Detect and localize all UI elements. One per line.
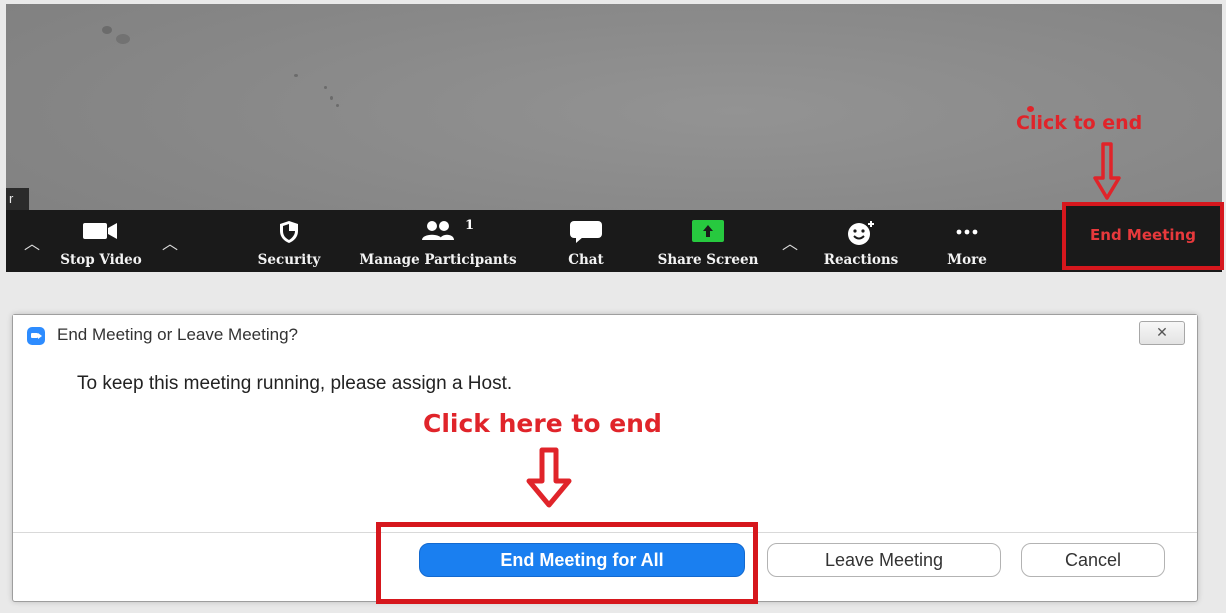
stop-video-button[interactable]: Stop Video <box>46 210 156 272</box>
reactions-button[interactable]: Reactions <box>812 210 910 272</box>
wall-mark <box>294 74 298 77</box>
dialog-titlebar: End Meeting or Leave Meeting? ✕ <box>13 315 1197 355</box>
end-meeting-label: End Meeting <box>1090 226 1196 244</box>
wall-mark <box>116 34 130 44</box>
wall-mark <box>330 96 333 100</box>
participant-name-tag: r <box>6 188 29 210</box>
shield-icon <box>280 221 298 243</box>
more-label: More <box>947 252 987 268</box>
wall-mark <box>336 104 339 107</box>
dialog-close-button[interactable]: ✕ <box>1139 321 1185 345</box>
wall-mark <box>324 86 327 89</box>
leave-meeting-button[interactable]: Leave Meeting <box>767 543 1001 577</box>
share-options-caret-icon[interactable]: ︿ <box>782 230 798 254</box>
end-meeting-button[interactable]: End Meeting <box>1062 202 1224 270</box>
stop-video-label: Stop Video <box>60 252 142 268</box>
end-meeting-for-all-highlight <box>376 522 758 604</box>
cancel-button[interactable]: Cancel <box>1021 543 1165 577</box>
chat-button[interactable]: Chat <box>554 210 618 272</box>
share-screen-icon <box>692 220 724 242</box>
ellipsis-icon <box>956 229 978 235</box>
security-label: Security <box>257 252 321 268</box>
wall-mark <box>102 26 112 34</box>
down-arrow-icon <box>1093 142 1121 200</box>
share-screen-button[interactable]: Share Screen <box>652 210 764 272</box>
down-arrow-icon <box>526 447 572 508</box>
zoom-logo-icon <box>27 327 45 345</box>
video-camera-icon <box>83 223 117 239</box>
dialog-message: To keep this meeting running, please ass… <box>77 373 513 394</box>
chat-label: Chat <box>568 252 604 268</box>
participant-count-badge: 1 <box>465 218 475 233</box>
security-button[interactable]: Security <box>246 210 332 272</box>
click-to-end-annotation: Click to end <box>1016 106 1143 134</box>
chat-bubble-icon <box>570 221 602 243</box>
annotation-text: Click to end <box>1016 112 1143 134</box>
dialog-title: End Meeting or Leave Meeting? <box>57 325 298 344</box>
more-button[interactable]: More <box>932 210 1002 272</box>
video-options-caret-icon[interactable]: ︿ <box>162 230 178 254</box>
manage-participants-label: Manage Participants <box>359 252 517 268</box>
smiley-plus-icon <box>848 221 874 245</box>
audio-options-caret-icon[interactable]: ︿ <box>24 230 40 254</box>
meeting-toolbar: ︿ Stop Video ︿ Security 1 Manage Partici… <box>6 210 1222 272</box>
close-icon: ✕ <box>1156 324 1168 340</box>
click-here-to-end-annotation: Click here to end <box>423 409 662 438</box>
meeting-video-area: r Click to end ︿ Stop Video ︿ Security 1… <box>6 4 1222 272</box>
participants-icon <box>422 221 454 240</box>
reactions-label: Reactions <box>823 252 899 268</box>
share-screen-label: Share Screen <box>657 252 759 268</box>
manage-participants-button[interactable]: 1 Manage Participants <box>350 210 526 272</box>
